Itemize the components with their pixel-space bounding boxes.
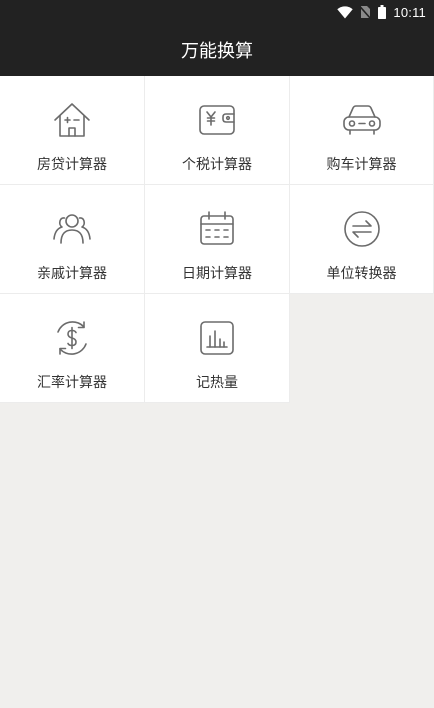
tool-exchange-rate-calculator[interactable]: 汇率计算器 bbox=[0, 294, 145, 403]
clock-time: 10:11 bbox=[393, 4, 426, 20]
no-sim-icon bbox=[360, 5, 372, 19]
title-bar: 万能换算 bbox=[0, 24, 434, 76]
dollar-exchange-icon bbox=[52, 318, 92, 358]
status-bar: 10:11 bbox=[0, 0, 434, 24]
tool-date-calculator[interactable]: 日期计算器 bbox=[145, 185, 290, 294]
bar-chart-icon bbox=[197, 318, 237, 358]
tool-label: 汇率计算器 bbox=[37, 375, 107, 391]
tool-label: 个税计算器 bbox=[182, 157, 252, 173]
house-icon bbox=[52, 100, 92, 140]
tool-relatives-calculator[interactable]: 亲戚计算器 bbox=[0, 185, 145, 294]
tool-income-tax-calculator[interactable]: 个税计算器 bbox=[145, 76, 290, 185]
tool-label: 记热量 bbox=[196, 375, 238, 391]
tool-unit-converter[interactable]: 单位转换器 bbox=[290, 185, 434, 294]
battery-icon bbox=[378, 5, 387, 19]
page-title: 万能换算 bbox=[181, 41, 253, 62]
tool-label: 单位转换器 bbox=[326, 266, 397, 282]
calendar-icon bbox=[197, 209, 237, 249]
tool-car-purchase-calculator[interactable]: 购车计算器 bbox=[290, 76, 434, 185]
wifi-icon bbox=[337, 5, 354, 19]
car-icon bbox=[342, 100, 382, 140]
wallet-yen-icon bbox=[197, 100, 237, 140]
tool-label: 亲戚计算器 bbox=[37, 266, 107, 282]
swap-arrows-icon bbox=[342, 209, 382, 249]
tool-label: 购车计算器 bbox=[326, 157, 397, 173]
tool-label: 房贷计算器 bbox=[37, 157, 107, 173]
people-icon bbox=[52, 209, 92, 249]
tool-label: 日期计算器 bbox=[182, 266, 252, 282]
tool-mortgage-calculator[interactable]: 房贷计算器 bbox=[0, 76, 145, 185]
tool-calorie-tracker[interactable]: 记热量 bbox=[145, 294, 290, 403]
tool-grid: 房贷计算器 个税计算器 购车计算器 亲戚计算器 日期计算器 单位转换器 汇率计算… bbox=[0, 76, 434, 403]
